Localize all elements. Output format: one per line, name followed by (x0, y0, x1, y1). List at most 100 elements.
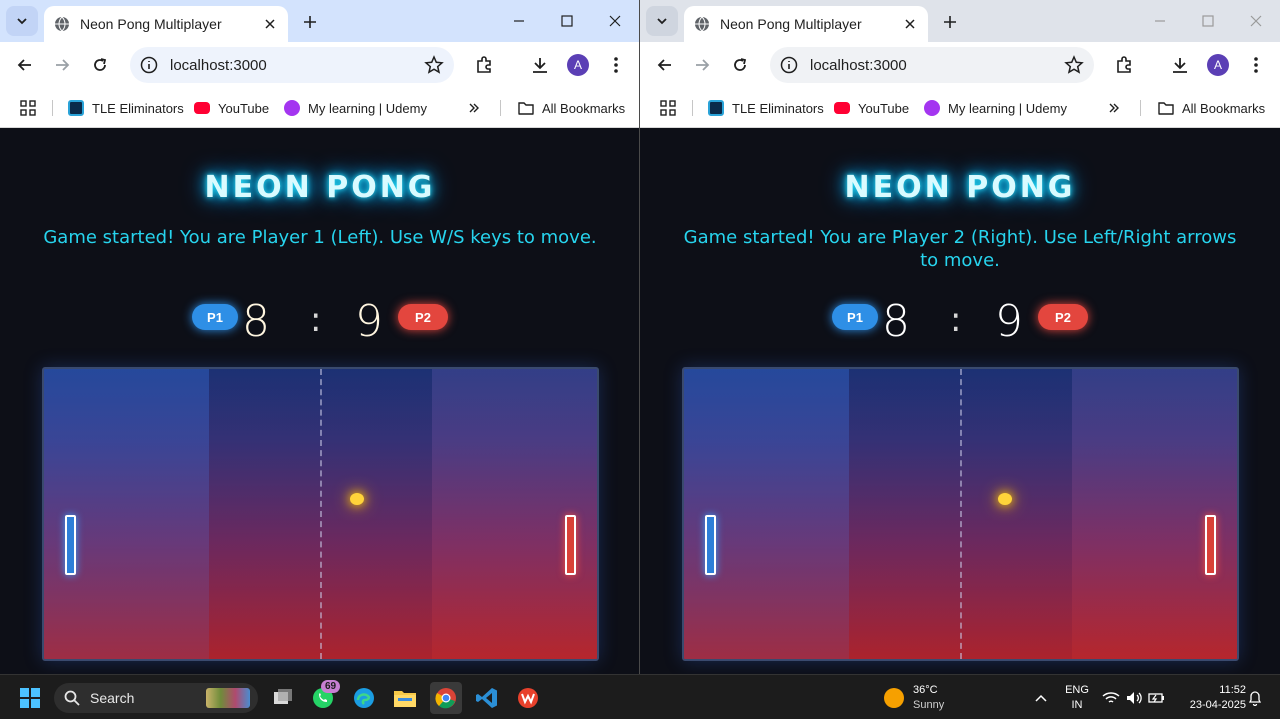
bookmark-star-icon[interactable] (1064, 55, 1084, 75)
info-icon[interactable] (780, 56, 798, 74)
game-court[interactable] (682, 367, 1239, 661)
show-hidden-icons-button[interactable] (1028, 682, 1054, 714)
player1-score: 8 (882, 296, 910, 347)
profile-avatar[interactable]: A (567, 54, 589, 76)
close-tab-icon[interactable] (262, 16, 278, 32)
search-icon (64, 690, 80, 706)
maximize-button[interactable] (1184, 0, 1232, 42)
minimize-icon (514, 20, 524, 22)
close-window-button[interactable] (591, 0, 639, 42)
chrome-menu-button[interactable] (1242, 51, 1270, 79)
minimize-button[interactable] (495, 0, 543, 42)
scoreboard: P1 8 : 9 P2 (640, 296, 1280, 347)
info-icon[interactable] (140, 56, 158, 74)
minimize-button[interactable] (1136, 0, 1184, 42)
back-button[interactable] (651, 51, 679, 79)
apps-grid-button[interactable] (20, 98, 36, 118)
windows-taskbar: Search 69 36°C Sunny ENG IN 11:52 23-04-… (0, 674, 1280, 719)
all-bookmarks-folder[interactable]: All Bookmarks (518, 98, 625, 118)
tab-search-button[interactable] (6, 6, 38, 36)
udemy-icon (284, 100, 300, 116)
active-tab[interactable]: Neon Pong Multiplayer (684, 6, 928, 42)
clock[interactable]: 11:52 23-04-2025 (1176, 683, 1246, 713)
globe-icon (695, 16, 709, 32)
download-icon (533, 58, 547, 73)
close-icon (609, 15, 621, 27)
notifications-button[interactable] (1244, 682, 1266, 714)
player1-paddle (65, 515, 76, 575)
edge-icon (354, 688, 374, 708)
minimize-icon (1155, 20, 1165, 22)
bookmark-udemy[interactable]: My learning | Udemy (924, 98, 1067, 118)
battery-status[interactable] (1146, 682, 1168, 714)
bookmark-youtube[interactable]: YouTube (194, 98, 269, 118)
edge-button[interactable] (348, 682, 380, 714)
court-zone-left (684, 369, 849, 659)
profile-avatar[interactable]: A (1207, 54, 1229, 76)
all-bookmarks-folder[interactable]: All Bookmarks (1158, 98, 1265, 118)
browser-window-player2: Neon Pong Multiplayer localhost:3000 A T… (640, 0, 1280, 674)
bookmark-tle-eliminators[interactable]: TLE Eliminators (708, 98, 824, 118)
maximize-icon (561, 15, 573, 27)
address-bar[interactable]: localhost:3000 (770, 47, 1094, 83)
wps-office-button[interactable] (512, 682, 544, 714)
puzzle-icon (477, 56, 491, 73)
forward-arrow-icon (696, 59, 710, 71)
task-view-button[interactable] (267, 682, 299, 714)
more-bookmarks-button[interactable] (468, 98, 480, 118)
close-window-button[interactable] (1232, 0, 1280, 42)
bookmark-star-icon[interactable] (424, 55, 444, 75)
player2-score: 9 (995, 296, 1023, 347)
chrome-menu-button[interactable] (602, 51, 630, 79)
url-text[interactable]: localhost:3000 (170, 57, 424, 74)
back-button[interactable] (11, 51, 39, 79)
vscode-button[interactable] (471, 682, 503, 714)
player1-badge: P1 (192, 304, 238, 330)
extensions-button[interactable] (1110, 51, 1138, 79)
sun-icon (884, 688, 904, 708)
tab-search-button[interactable] (646, 6, 678, 36)
new-tab-button[interactable] (298, 10, 322, 34)
more-vertical-icon (614, 57, 618, 73)
address-bar[interactable]: localhost:3000 (130, 47, 454, 83)
downloads-button[interactable] (1166, 51, 1194, 79)
bookmark-tle-eliminators[interactable]: TLE Eliminators (68, 98, 184, 118)
new-tab-button[interactable] (938, 10, 962, 34)
bookmark-udemy[interactable]: My learning | Udemy (284, 98, 427, 118)
chevron-down-icon (657, 18, 667, 25)
battery-charging-icon (1148, 693, 1164, 703)
downloads-button[interactable] (526, 51, 554, 79)
file-explorer-button[interactable] (389, 682, 421, 714)
bookmark-youtube[interactable]: YouTube (834, 98, 909, 118)
active-tab[interactable]: Neon Pong Multiplayer (44, 6, 288, 42)
more-bookmarks-button[interactable] (1108, 98, 1120, 118)
page-viewport: NEON PONG Game started! You are Player 2… (640, 128, 1280, 674)
chrome-button[interactable] (430, 682, 462, 714)
extensions-button[interactable] (470, 51, 498, 79)
reload-button[interactable] (726, 51, 754, 79)
game-title: NEON PONG (204, 170, 436, 205)
back-arrow-icon (17, 59, 31, 71)
maximize-button[interactable] (543, 0, 591, 42)
close-tab-icon[interactable] (902, 16, 918, 32)
player2-paddle (565, 515, 576, 575)
forward-button[interactable] (688, 51, 716, 79)
forward-button[interactable] (48, 51, 76, 79)
game-court[interactable] (42, 367, 599, 661)
reload-button[interactable] (86, 51, 114, 79)
puzzle-icon (1117, 56, 1131, 73)
wifi-status[interactable] (1100, 682, 1122, 714)
wifi-icon (1102, 692, 1120, 703)
game-status-message: Game started! You are Player 1 (Left). U… (43, 227, 597, 248)
start-button[interactable] (14, 682, 46, 714)
taskbar-search[interactable]: Search (54, 683, 258, 713)
tab-strip: Neon Pong Multiplayer (640, 0, 1280, 42)
url-text[interactable]: localhost:3000 (810, 57, 1064, 74)
search-highlight-books-icon (206, 688, 250, 708)
youtube-icon (194, 102, 210, 114)
volume-status[interactable] (1124, 682, 1146, 714)
input-language[interactable]: ENG IN (1062, 683, 1092, 713)
weather-widget[interactable]: 36°C Sunny (884, 683, 944, 713)
maximize-icon (1202, 15, 1214, 27)
apps-grid-button[interactable] (660, 98, 676, 118)
